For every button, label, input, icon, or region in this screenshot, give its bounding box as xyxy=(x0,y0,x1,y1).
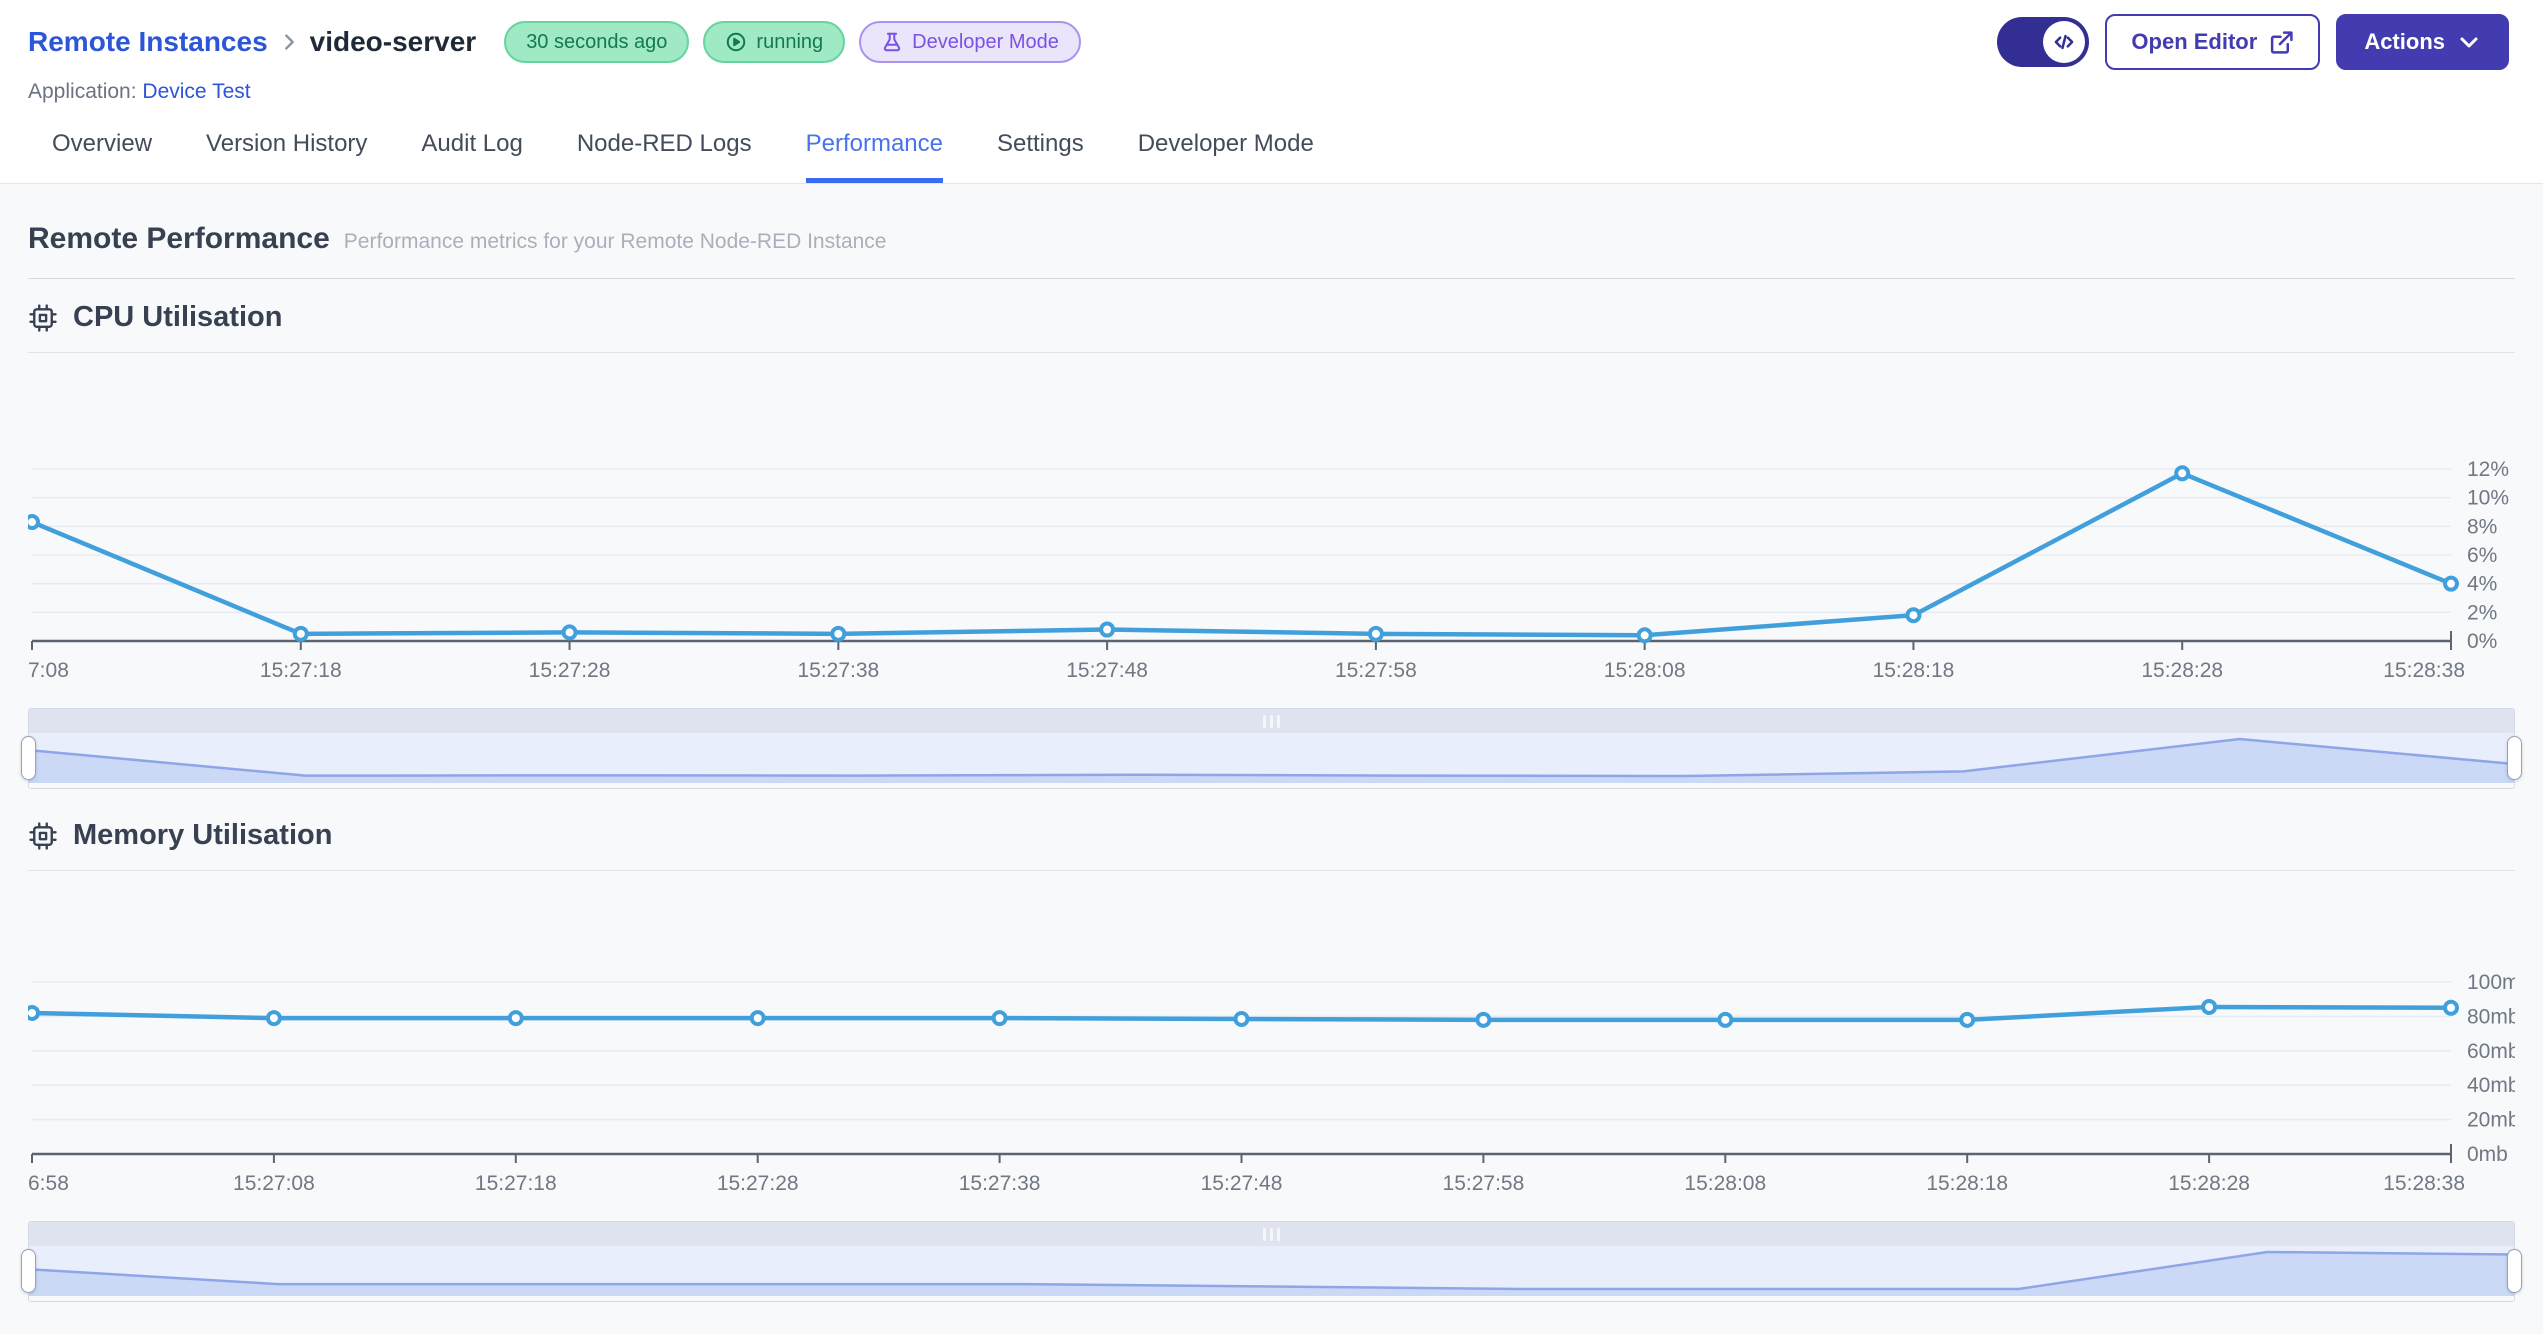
memory-section-header: Memory Utilisation xyxy=(28,793,2515,871)
svg-text:15:28:38: 15:28:38 xyxy=(2383,659,2465,682)
cpu-section-header: CPU Utilisation xyxy=(28,279,2515,353)
cpu-brush-left-handle[interactable] xyxy=(21,736,36,780)
svg-text:6%: 6% xyxy=(2467,544,2497,567)
cpu-brush-right-handle[interactable] xyxy=(2507,736,2522,780)
chevron-down-icon xyxy=(2457,30,2481,54)
svg-text:15:28:18: 15:28:18 xyxy=(1873,659,1955,682)
actions-button[interactable]: Actions xyxy=(2336,14,2509,70)
cpu-chart: 0% 2% 4% 6% 8% 10% 12% 7:08 15:27:18 15:27:28 15:2… xyxy=(24,359,2515,694)
cpu-brush-drag-bar[interactable] xyxy=(29,709,2514,733)
svg-text:15:27:28: 15:27:28 xyxy=(529,659,611,682)
memory-section-title: Memory Utilisation xyxy=(73,819,333,851)
open-editor-button[interactable]: Open Editor xyxy=(2105,14,2321,70)
cpu-chip-icon xyxy=(28,303,58,333)
cpu-line-chart: 0% 2% 4% 6% 8% 10% 12% 7:08 15:27:18 15:27:28 15:2… xyxy=(24,458,2509,682)
developer-mode-badge: Developer Mode xyxy=(859,21,1081,63)
cpu-section-title: CPU Utilisation xyxy=(73,301,283,333)
tab-overview[interactable]: Overview xyxy=(52,130,152,183)
svg-text:20mb: 20mb xyxy=(2467,1109,2515,1132)
application-line: Application: Device Test xyxy=(28,80,251,103)
svg-text:10%: 10% xyxy=(2467,487,2509,510)
svg-text:15:28:18: 15:28:18 xyxy=(1926,1172,2008,1195)
svg-text:2%: 2% xyxy=(2467,601,2497,624)
memory-line-chart: 0mb 20mb 40mb 60mb 80mb 100mb 6:58 15:27:08 15:2… xyxy=(24,971,2531,1195)
svg-text:12%: 12% xyxy=(2467,458,2509,481)
instance-name: video-server xyxy=(309,26,477,57)
svg-text:15:27:58: 15:27:58 xyxy=(1335,659,1417,682)
svg-text:15:28:08: 15:28:08 xyxy=(1684,1172,1766,1195)
cpu-chart-brush xyxy=(21,708,2522,789)
page-header: Remote Instances video-server 30 seconds… xyxy=(0,0,2543,184)
application-link[interactable]: Device Test xyxy=(142,80,250,103)
tab-developer-mode[interactable]: Developer Mode xyxy=(1138,130,1314,183)
svg-text:15:27:08: 15:27:08 xyxy=(233,1172,315,1195)
svg-text:15:27:38: 15:27:38 xyxy=(959,1172,1041,1195)
code-icon xyxy=(2043,21,2086,63)
performance-panel: Remote Performance Performance metrics f… xyxy=(0,184,2543,1334)
svg-text:15:27:38: 15:27:38 xyxy=(797,659,879,682)
last-seen-badge: 30 seconds ago xyxy=(504,21,690,63)
svg-text:0mb: 0mb xyxy=(2467,1143,2508,1166)
status-badge: running xyxy=(703,21,846,63)
svg-text:15:27:58: 15:27:58 xyxy=(1443,1172,1525,1195)
svg-text:0%: 0% xyxy=(2467,630,2497,653)
svg-text:15:27:48: 15:27:48 xyxy=(1201,1172,1283,1195)
svg-text:15:28:08: 15:28:08 xyxy=(1604,659,1686,682)
svg-text:15:27:48: 15:27:48 xyxy=(1066,659,1148,682)
svg-text:15:27:18: 15:27:18 xyxy=(260,659,342,682)
chevron-right-icon xyxy=(278,31,300,53)
tab-node-red-logs[interactable]: Node-RED Logs xyxy=(577,130,752,183)
memory-brush-right-handle[interactable] xyxy=(2507,1249,2522,1293)
svg-text:40mb: 40mb xyxy=(2467,1074,2515,1097)
breadcrumb: Remote Instances video-server xyxy=(28,26,476,58)
memory-brush-left-handle[interactable] xyxy=(21,1249,36,1293)
breadcrumb-remote-instances[interactable]: Remote Instances xyxy=(28,26,268,58)
memory-brush-drag-bar[interactable] xyxy=(29,1222,2514,1246)
page-title: Remote Performance xyxy=(28,222,330,255)
tab-audit-log[interactable]: Audit Log xyxy=(421,130,522,183)
svg-text:80mb: 80mb xyxy=(2467,1005,2515,1028)
tab-settings[interactable]: Settings xyxy=(997,130,1084,183)
svg-text:7:08: 7:08 xyxy=(28,659,69,682)
memory-chart: 0mb 20mb 40mb 60mb 80mb 100mb 6:58 15:27:08 15:2… xyxy=(24,877,2531,1207)
svg-text:15:27:18: 15:27:18 xyxy=(475,1172,557,1195)
memory-chip-icon xyxy=(28,821,58,851)
tab-version-history[interactable]: Version History xyxy=(206,130,367,183)
svg-text:6:58: 6:58 xyxy=(28,1172,69,1195)
tab-performance[interactable]: Performance xyxy=(805,130,943,183)
svg-text:8%: 8% xyxy=(2467,515,2497,538)
svg-text:15:28:38: 15:28:38 xyxy=(2383,1172,2465,1195)
memory-brush-minimap xyxy=(29,1246,2514,1296)
svg-text:100mb: 100mb xyxy=(2467,971,2515,994)
svg-text:60mb: 60mb xyxy=(2467,1040,2515,1063)
svg-text:4%: 4% xyxy=(2467,573,2497,596)
play-circle-icon xyxy=(725,31,747,53)
page-title-row: Remote Performance Performance metrics f… xyxy=(28,184,2515,279)
flask-icon xyxy=(881,31,903,53)
cpu-brush-minimap xyxy=(29,733,2514,783)
page-subtitle: Performance metrics for your Remote Node… xyxy=(343,230,887,253)
svg-text:15:28:28: 15:28:28 xyxy=(2168,1172,2250,1195)
svg-text:15:27:28: 15:27:28 xyxy=(717,1172,799,1195)
external-link-icon xyxy=(2269,30,2294,55)
memory-chart-brush xyxy=(21,1221,2522,1302)
editor-mode-toggle[interactable] xyxy=(1997,17,2090,67)
svg-text:15:28:28: 15:28:28 xyxy=(2141,659,2223,682)
tab-bar: Overview Version History Audit Log Node-… xyxy=(28,130,2509,183)
